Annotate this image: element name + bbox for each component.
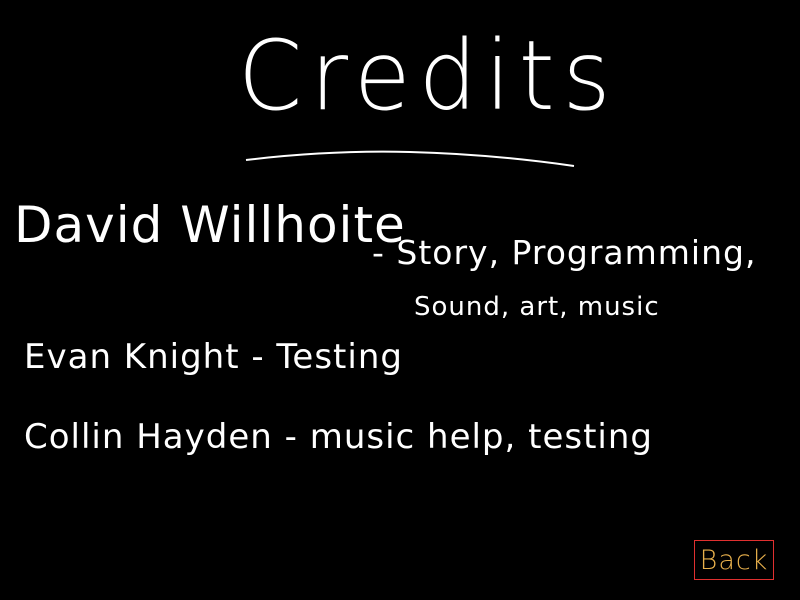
credits-title: Credits (238, 19, 619, 132)
credit-role-david-line1: - Story, Programming, (372, 233, 757, 272)
credit-collin: Collin Hayden - music help, testing (24, 417, 654, 457)
credit-evan: Evan Knight - Testing (24, 337, 403, 377)
title-underline (245, 150, 575, 167)
credit-name-david: David Willhoite (14, 196, 406, 254)
back-button[interactable]: Back (694, 540, 774, 580)
credits-screen: Credits David Willhoite - Story, Program… (0, 0, 800, 600)
credit-role-david-line2: Sound, art, music (414, 292, 660, 322)
